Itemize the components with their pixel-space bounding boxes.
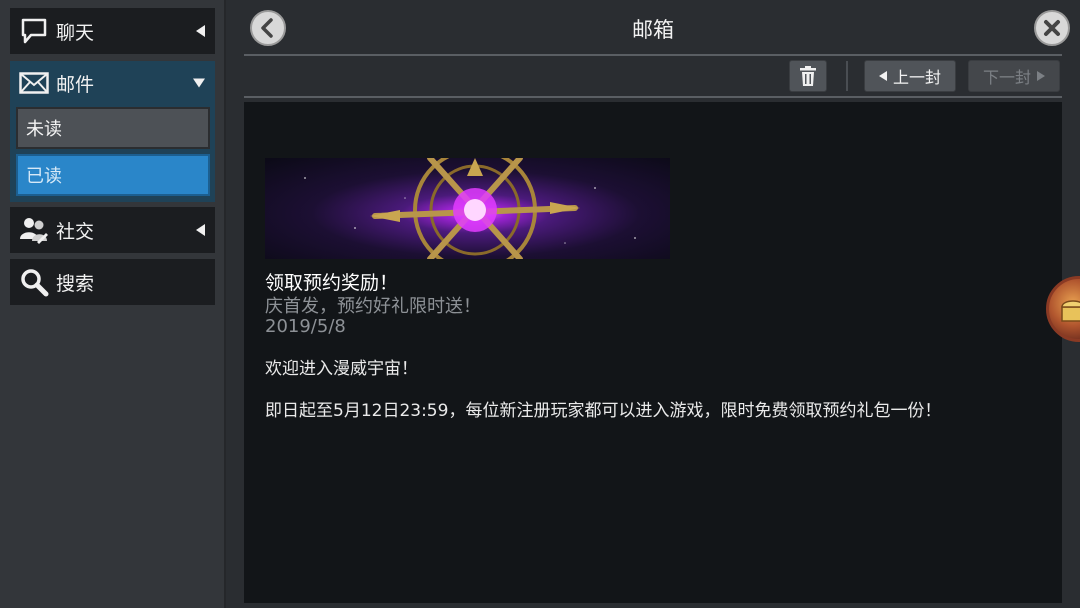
toolbar-divider-bottom <box>244 96 1062 98</box>
page-title: 邮箱 <box>632 18 674 42</box>
back-button[interactable] <box>250 10 286 46</box>
sidebar-item-label: 搜索 <box>56 272 95 295</box>
sidebar-item-label: 邮件 <box>56 73 95 96</box>
sidebar-item-social[interactable]: 社交 <box>10 207 215 253</box>
people-icon <box>18 214 50 246</box>
trash-icon <box>800 66 816 86</box>
chevron-left-icon <box>261 18 273 38</box>
chevron-down-icon <box>193 78 205 88</box>
sidebar-subitem-label: 未读 <box>26 119 62 140</box>
header-divider <box>244 54 1062 56</box>
sidebar-subitem-label: 已读 <box>26 166 62 187</box>
speech-bubble-icon <box>18 15 50 47</box>
delete-button[interactable] <box>789 60 827 92</box>
close-button[interactable] <box>1034 10 1070 46</box>
triangle-right-icon <box>1037 71 1045 81</box>
sidebar-subitem-unread[interactable]: 未读 <box>16 107 210 149</box>
mail-subtitle: 庆首发，预约好礼限时送！ <box>265 296 481 317</box>
envelope-icon <box>18 67 50 99</box>
next-mail-label: 下一封 <box>982 68 1031 87</box>
mail-date: 2019/5/8 <box>265 316 346 337</box>
mail-body-paragraph: 欢迎进入漫威宇宙！ <box>265 359 418 379</box>
treasure-chest-icon <box>1061 300 1080 322</box>
sidebar-item-chat[interactable]: 聊天 <box>10 8 215 54</box>
sidebar: 聊天 邮件 未读 已读 社交 搜索 <box>0 0 226 608</box>
sidebar-item-label: 聊天 <box>56 21 95 44</box>
sidebar-item-mail[interactable]: 邮件 <box>10 61 215 105</box>
sidebar-item-search[interactable]: 搜索 <box>10 259 215 305</box>
sidebar-item-label: 社交 <box>56 220 95 243</box>
previous-mail-button[interactable]: 上一封 <box>864 60 956 92</box>
chevron-left-icon <box>196 224 205 236</box>
toolbar-divider <box>846 61 848 91</box>
sidebar-group-mail: 邮件 未读 已读 <box>10 61 215 202</box>
triangle-left-icon <box>878 71 887 81</box>
next-mail-button[interactable]: 下一封 <box>968 60 1060 92</box>
chevron-left-icon <box>196 25 205 37</box>
previous-mail-label: 上一封 <box>892 68 941 87</box>
mail-content-panel: 领取预约奖励！ 庆首发，预约好礼限时送！ 2019/5/8 欢迎进入漫威宇宙！ … <box>244 102 1062 603</box>
close-icon <box>1044 20 1060 36</box>
magnifier-icon <box>18 266 50 298</box>
mail-body-paragraph: 即日起至5月12日23:59，每位新注册玩家都可以进入游戏，限时免费领取预约礼包… <box>265 401 942 421</box>
sidebar-subitem-read[interactable]: 已读 <box>16 154 210 196</box>
mail-banner-image <box>265 158 670 259</box>
mail-title: 领取预约奖励！ <box>265 272 399 294</box>
